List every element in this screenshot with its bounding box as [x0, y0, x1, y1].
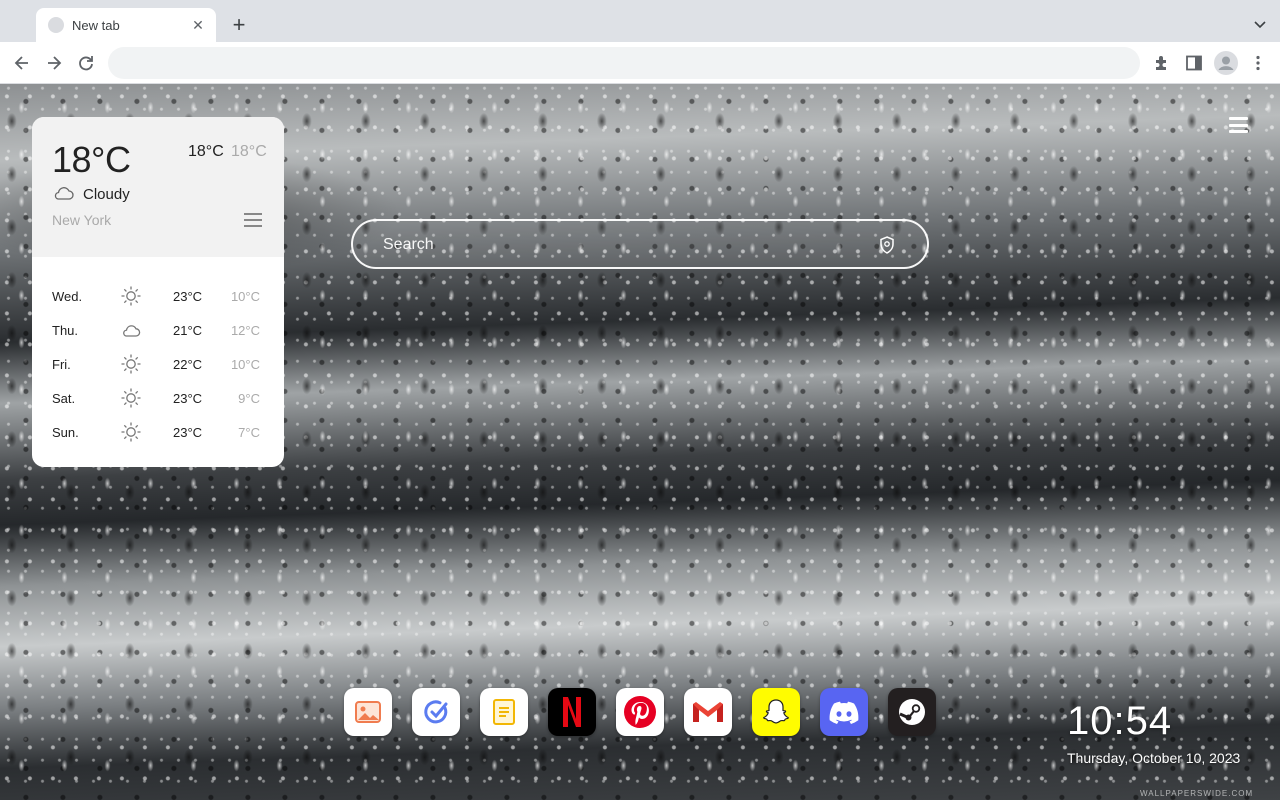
forecast-low: 9°C [238, 391, 260, 406]
profile-avatar-icon[interactable] [1214, 51, 1238, 75]
new-tab-page: 18°C 18°C 18°C Cloudy New York Wed. 23°C… [0, 84, 1280, 800]
forecast-day: Wed. [52, 289, 83, 304]
forecast-row: Fri. 22°C 10°C [32, 351, 284, 385]
search-input[interactable] [383, 233, 863, 257]
app-dock [344, 688, 936, 736]
note-icon [493, 699, 515, 725]
forward-icon[interactable] [44, 53, 64, 73]
netflix-icon [563, 697, 581, 727]
weather-city: New York [52, 212, 112, 228]
new-tab-button[interactable]: + [228, 14, 250, 36]
forecast-low: 10°C [230, 357, 260, 372]
cloud-icon [123, 325, 141, 337]
current-temperature: 18°C [52, 139, 131, 180]
image-icon [355, 701, 381, 723]
forecast-high: 21°C [173, 323, 203, 338]
extensions-puzzle-icon[interactable] [1152, 53, 1172, 73]
gmail-icon [693, 702, 723, 722]
forecast-high: 22°C [173, 357, 203, 372]
pinterest-app-button[interactable] [616, 688, 664, 736]
tab-strip: New tab ✕ + [0, 0, 1280, 42]
forecast-high: 23°C [173, 425, 203, 440]
gmail-app-button[interactable] [684, 688, 732, 736]
tab-close-icon[interactable]: ✕ [190, 17, 206, 33]
pinterest-icon [624, 696, 656, 728]
sun-icon [121, 354, 141, 374]
today-high: 18°C [188, 143, 224, 160]
weather-menu-icon[interactable] [244, 213, 262, 227]
snapchat-icon [763, 699, 789, 724]
today-low: 18°C [231, 143, 267, 160]
discord-icon [829, 701, 859, 724]
photos-app-button[interactable] [344, 688, 392, 736]
forecast-day: Sun. [52, 425, 79, 440]
forecast-high: 23°C [173, 391, 203, 406]
steam-icon [899, 699, 925, 725]
page-menu-icon[interactable] [1229, 117, 1248, 133]
tab-new-tab[interactable]: New tab ✕ [36, 8, 216, 42]
steam-app-button[interactable] [888, 688, 936, 736]
tasks-app-button[interactable] [412, 688, 460, 736]
clock-date: Thursday, October 10, 2023 [1067, 750, 1241, 766]
clock-time: 10:54 [1067, 699, 1173, 743]
forecast-high: 23°C [173, 289, 203, 304]
weather-condition: Cloudy [83, 186, 130, 203]
forecast-day: Sat. [52, 391, 76, 406]
forecast-day: Fri. [52, 357, 71, 372]
wallpaper-watermark: WALLPAPERSWIDE.COM [1140, 789, 1254, 798]
forecast-low: 10°C [230, 289, 260, 304]
sun-icon [121, 388, 141, 408]
reload-icon[interactable] [76, 53, 96, 73]
side-panel-icon[interactable] [1184, 53, 1204, 73]
forecast-low: 12°C [230, 323, 260, 338]
tab-search-chevron-icon[interactable] [1252, 16, 1268, 32]
tab-title: New tab [72, 17, 120, 33]
search-box[interactable] [351, 219, 929, 269]
notes-app-button[interactable] [480, 688, 528, 736]
forecast-row: Sat. 23°C 9°C [32, 385, 284, 419]
cloud-icon [54, 187, 74, 200]
browser-menu-kebab-icon[interactable] [1248, 53, 1268, 73]
tab-favicon-icon [48, 17, 64, 33]
weather-widget[interactable]: 18°C 18°C 18°C Cloudy New York Wed. 23°C… [32, 117, 284, 467]
forecast-day: Thu. [52, 323, 79, 338]
search-engine-shield-icon[interactable] [877, 235, 897, 255]
sun-icon [121, 286, 141, 306]
forecast-row: Sun. 23°C 7°C [32, 419, 284, 453]
forecast-row: Wed. 23°C 10°C [32, 283, 284, 317]
check-circle-icon [424, 700, 448, 724]
back-icon[interactable] [12, 53, 32, 73]
netflix-app-button[interactable] [548, 688, 596, 736]
forecast-row: Thu. 21°C 12°C [32, 317, 284, 351]
forecast-low: 7°C [238, 425, 260, 440]
discord-app-button[interactable] [820, 688, 868, 736]
snapchat-app-button[interactable] [752, 688, 800, 736]
sun-icon [121, 422, 141, 442]
address-bar[interactable] [108, 47, 1140, 79]
weather-forecast: Wed. 23°C 10°C Thu. 21°C 12°C Fri. 22°C … [32, 257, 284, 453]
weather-current: 18°C 18°C 18°C Cloudy New York [32, 117, 284, 257]
browser-toolbar [0, 42, 1280, 84]
